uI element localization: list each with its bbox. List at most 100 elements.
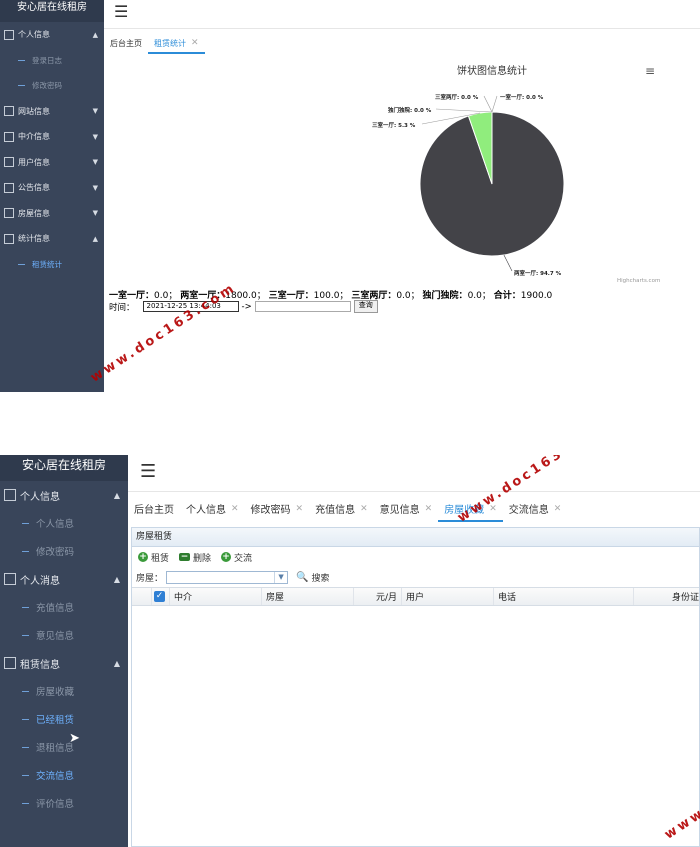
list-icon bbox=[4, 573, 16, 585]
submenu-login-log[interactable]: 登录日志 bbox=[0, 48, 104, 74]
tab-personal-info[interactable]: 个人信息 ✕ bbox=[180, 495, 245, 522]
sidebar: 安心居在线租房 个人信息 ▲ 登录日志 修改密码 网站信息 ▼ 中介信息 ▼ 用户信息… bbox=[0, 0, 104, 392]
sidebar: 安心居在线租房 个人信息 ▲ 个人信息 修改密码 个人消息 ▲ 充值信息 意见信息 … bbox=[0, 455, 128, 847]
hamburger-icon[interactable]: ☰ bbox=[140, 461, 156, 482]
search-button[interactable]: 🔍 搜索 bbox=[296, 571, 329, 584]
top-bar: ☰ bbox=[128, 455, 700, 492]
tab-recharge[interactable]: 充值信息 ✕ bbox=[309, 495, 374, 522]
submenu-house-favorites[interactable]: 房屋收藏 bbox=[0, 677, 128, 705]
menu-site-info[interactable]: 网站信息 ▼ bbox=[0, 99, 104, 125]
house-filter-label: 房屋： bbox=[136, 573, 164, 584]
chevron-down-icon: ▼ bbox=[92, 158, 98, 167]
communicate-button[interactable]: + 交流 bbox=[221, 551, 252, 564]
list-icon bbox=[4, 182, 14, 193]
pie-label-connector bbox=[483, 95, 493, 113]
chevron-up-icon: ▲ bbox=[92, 234, 98, 243]
submenu-change-password[interactable]: 修改密码 bbox=[0, 537, 128, 565]
close-icon[interactable]: ✕ bbox=[296, 504, 304, 514]
column-header[interactable]: 中介 bbox=[170, 588, 262, 605]
submenu-reviews[interactable]: 评价信息 bbox=[0, 789, 128, 817]
column-header[interactable]: 身份证 bbox=[634, 588, 699, 605]
menu-notice-info[interactable]: 公告信息 ▼ bbox=[0, 175, 104, 201]
pie-data-label: 独门独院: 0.0 % bbox=[387, 106, 432, 114]
menu-house-info[interactable]: 房屋信息 ▼ bbox=[0, 201, 104, 227]
summary-value: 0.0 bbox=[467, 291, 482, 301]
list-icon bbox=[4, 106, 14, 117]
chevron-up-icon: ▲ bbox=[113, 574, 120, 584]
chevron-up-icon: ▲ bbox=[113, 490, 120, 500]
tab-feedback[interactable]: 意见信息 ✕ bbox=[374, 495, 439, 522]
menu-personal-messages[interactable]: 个人消息 ▲ bbox=[0, 565, 128, 593]
tab-messages[interactable]: 交流信息 ✕ bbox=[503, 495, 568, 522]
summary-total-value: 1900.0 bbox=[520, 291, 553, 301]
close-icon[interactable]: ✕ bbox=[231, 504, 239, 514]
end-time-input[interactable] bbox=[254, 301, 351, 312]
chevron-down-icon: ▼ bbox=[92, 107, 98, 116]
summary-total-label: 合计： bbox=[493, 291, 521, 301]
submenu-messages[interactable]: 交流信息 bbox=[0, 761, 128, 789]
grid-icon bbox=[4, 29, 14, 40]
column-header[interactable]: 电话 bbox=[494, 588, 634, 605]
menu-statistics[interactable]: 统计信息 ▲ bbox=[0, 226, 104, 252]
range-arrow: -> bbox=[241, 301, 252, 312]
delete-button[interactable]: − 删除 bbox=[179, 551, 211, 564]
grid-toolbar: + 租赁 − 删除 + 交流 bbox=[132, 547, 699, 567]
column-header[interactable]: 用户 bbox=[402, 588, 494, 605]
summary-label: 独门独院： bbox=[422, 291, 468, 301]
time-label: 时间： bbox=[109, 302, 135, 313]
summary-value: 0.0 bbox=[396, 291, 411, 301]
minus-icon: − bbox=[179, 552, 191, 562]
submenu-rented[interactable]: 已经租赁 bbox=[0, 705, 128, 733]
tab-home[interactable]: 后台主页 bbox=[128, 495, 180, 522]
list-icon bbox=[4, 131, 14, 142]
house-select[interactable]: ▼ bbox=[166, 570, 289, 584]
list-icon bbox=[4, 157, 14, 168]
column-header[interactable]: 元/月 bbox=[354, 588, 402, 605]
brand-title: 安心居在线租房 bbox=[0, 455, 128, 481]
menu-user-info[interactable]: 用户信息 ▼ bbox=[0, 150, 104, 176]
pie-label-connector bbox=[503, 254, 513, 272]
list-icon bbox=[4, 208, 14, 219]
submenu-rent-statistics[interactable]: 租赁统计 bbox=[0, 252, 104, 278]
submenu-change-password[interactable]: 修改密码 bbox=[0, 73, 104, 99]
list-icon bbox=[4, 233, 14, 244]
chevron-down-icon: ▼ bbox=[92, 132, 98, 141]
pie-label-connector bbox=[491, 95, 498, 113]
close-icon[interactable]: ✕ bbox=[360, 504, 368, 514]
plus-icon: + bbox=[221, 552, 232, 562]
column-header[interactable]: 房屋 bbox=[262, 588, 354, 605]
chevron-down-icon: ▼ bbox=[92, 183, 98, 192]
select-all-checkbox[interactable]: ✓ bbox=[152, 588, 170, 605]
chevron-up-icon: ▲ bbox=[113, 658, 120, 668]
query-button[interactable]: 查询 bbox=[353, 300, 378, 313]
time-filter: 时间： 2021-12-25 13:44:03 -> 查询 bbox=[109, 300, 378, 313]
panel-title: 房屋租赁 bbox=[132, 528, 699, 547]
filter-row: 房屋： ▼ 🔍 搜索 bbox=[132, 567, 699, 587]
brand-title: 安心居在线租房 bbox=[0, 0, 104, 22]
menu-rental-info[interactable]: 租赁信息 ▲ bbox=[0, 649, 128, 677]
pie-data-label: 三室两厅: 0.0 % bbox=[435, 93, 479, 101]
close-icon[interactable]: ✕ bbox=[554, 504, 562, 514]
menu-personal-info[interactable]: 个人信息 ▲ bbox=[0, 481, 128, 509]
list-icon bbox=[4, 657, 16, 669]
chevron-up-icon: ▲ bbox=[92, 30, 98, 39]
rent-button[interactable]: + 租赁 bbox=[138, 551, 169, 564]
chart-credits[interactable]: Highcharts.com bbox=[617, 278, 660, 284]
rental-grid-panel: 房屋租赁 + 租赁 − 删除 + 交流 房屋： ▼ 🔍 搜索 ✓ 中介 房屋 元/月 用… bbox=[131, 527, 700, 847]
submenu-recharge[interactable]: 充值信息 bbox=[0, 593, 128, 621]
pie-data-label: 一室一厅: 0.0 % bbox=[500, 93, 544, 101]
submenu-checkout-info[interactable]: 退租信息 bbox=[0, 733, 128, 761]
menu-label: 个人信息 bbox=[18, 30, 50, 40]
menu-agent-info[interactable]: 中介信息 ▼ bbox=[0, 124, 104, 150]
pie-data-label: 三室一厅: 5.3 % bbox=[372, 121, 416, 129]
pie-chart: 两室一厅: 94.7 % 三室一厅: 5.3 % 独门独院: 0.0 %三室两厅: … bbox=[372, 93, 565, 277]
menu-personal-info[interactable]: 个人信息 ▲ bbox=[0, 22, 104, 48]
pie-label-connector bbox=[435, 108, 493, 113]
house-favorites-screen: 安心居在线租房 个人信息 ▲ 个人信息 修改密码 个人消息 ▲ 充值信息 意见信息 … bbox=[0, 455, 700, 847]
submenu-feedback[interactable]: 意见信息 bbox=[0, 621, 128, 649]
rent-statistics-screen: 安心居在线租房 个人信息 ▲ 登录日志 修改密码 网站信息 ▼ 中介信息 ▼ 用户信息… bbox=[0, 0, 700, 392]
submenu-personal-info[interactable]: 个人信息 bbox=[0, 509, 128, 537]
close-icon[interactable]: ✕ bbox=[425, 504, 433, 514]
tab-change-password[interactable]: 修改密码 ✕ bbox=[245, 495, 310, 522]
mouse-cursor-icon: ➤ bbox=[69, 731, 80, 746]
